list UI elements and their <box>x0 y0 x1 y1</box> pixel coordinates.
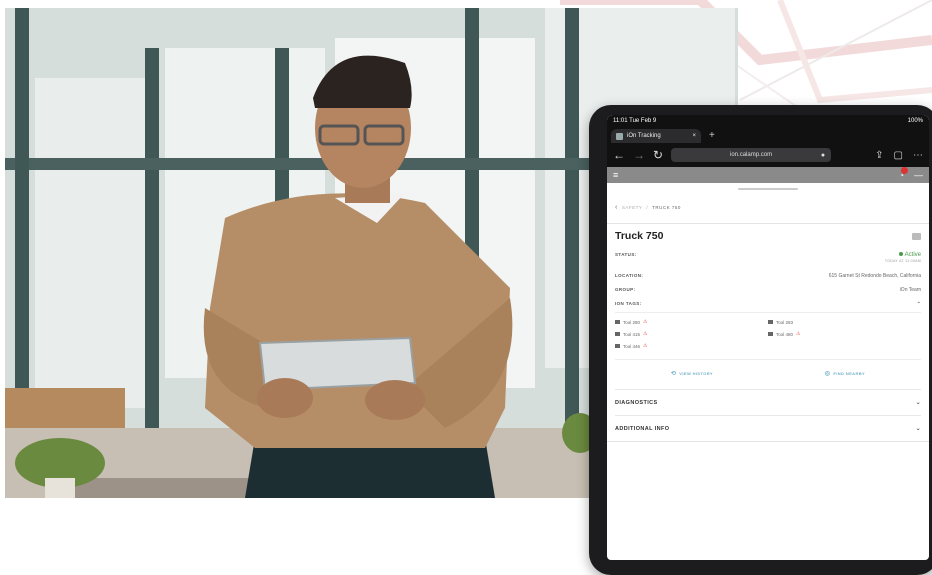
url-text: ion.calamp.com <box>730 152 773 158</box>
forward-arrow-icon[interactable]: → <box>633 148 645 162</box>
tablet-screen: 11:01 Tue Feb 9 100% iOn Tracking × + ← … <box>607 115 929 560</box>
ion-tags-list: Tool 280 ⚠ Tool 283 Tool 415 ⚠ Tool 480 ⚠ T… <box>615 319 921 359</box>
tag-name: Tool 415 <box>623 331 641 337</box>
tag-name: Tool 280 <box>623 319 641 325</box>
browser-toolbar: ← → ↻ ion.calamp.com ● ⇪ ▢ ⋯ <box>607 143 929 167</box>
asset-detail-panel: ‹ SAFETY / TRUCK 750 Truck 750 STATUS: A… <box>607 204 929 442</box>
tab-close-icon[interactable]: × <box>692 133 696 139</box>
tag-item[interactable]: Tool 480 ⚠ <box>768 331 921 337</box>
breadcrumb-parent[interactable]: SAFETY <box>622 205 643 210</box>
diagnostics-label: DIAGNOSTICS <box>615 399 658 406</box>
group-row: GROUP: iOn Team <box>615 287 921 293</box>
browser-tab[interactable]: iOn Tracking × <box>611 129 701 143</box>
chevron-down-icon[interactable]: ⌄ <box>916 399 921 406</box>
breadcrumb-separator: / <box>646 205 649 210</box>
find-nearby-button[interactable]: ◎ FIND NEARBY <box>825 370 865 377</box>
status-time: 11:01 Tue Feb 9 <box>613 118 657 124</box>
additional-info-label: ADDITIONAL INFO <box>615 425 670 432</box>
warning-icon: ⚠ <box>643 319 648 325</box>
location-row: LOCATION: 615 Garnet St Redondo Beach, C… <box>615 273 921 279</box>
status-label: STATUS: <box>615 252 637 257</box>
message-icon[interactable] <box>912 232 921 240</box>
view-history-label: VIEW HISTORY <box>679 371 713 376</box>
new-tab-icon[interactable]: + <box>709 129 715 143</box>
hamburger-menu-icon[interactable]: ≡ <box>613 170 618 180</box>
warning-icon: ⚠ <box>643 331 648 337</box>
battery-indicator: 100% <box>907 118 923 124</box>
more-icon[interactable]: ⋯ <box>913 150 923 161</box>
diagnostics-section[interactable]: DIAGNOSTICS ⌄ <box>615 389 921 415</box>
tag-name: Tool 480 <box>776 331 794 337</box>
target-icon: ◎ <box>824 371 831 377</box>
notification-bell-icon[interactable]: ◔ <box>899 166 908 180</box>
chevron-down-icon[interactable]: ⌄ <box>916 425 921 432</box>
status-row: STATUS: Active TODAY AT 11:00AM <box>615 252 921 263</box>
breadcrumb: ‹ SAFETY / TRUCK 750 <box>615 204 921 211</box>
tool-icon <box>615 320 620 324</box>
app-header: ≡ ◔ — <box>607 166 929 183</box>
tool-icon <box>768 320 773 324</box>
group-label: GROUP: <box>615 287 636 292</box>
reload-icon[interactable]: ↻ <box>653 148 663 162</box>
address-bar[interactable]: ion.calamp.com ● <box>671 148 832 162</box>
find-nearby-label: FIND NEARBY <box>833 371 866 376</box>
tag-item[interactable]: Tool 446 ⚠ <box>615 343 768 349</box>
tool-icon <box>768 332 773 336</box>
microphone-icon[interactable]: ● <box>821 152 825 159</box>
tag-item[interactable]: Tool 280 ⚠ <box>615 319 768 325</box>
active-dot-icon <box>898 252 903 256</box>
tablet-device: 11:01 Tue Feb 9 100% iOn Tracking × + ← … <box>589 105 932 575</box>
chevron-up-icon[interactable]: ⌃ <box>917 301 921 307</box>
breadcrumb-current: TRUCK 750 <box>652 205 681 210</box>
browser-tab-title: iOn Tracking <box>627 133 661 139</box>
warning-icon: ⚠ <box>796 331 801 337</box>
share-icon[interactable]: ⇪ <box>875 150 883 161</box>
status-value: Active <box>904 252 921 258</box>
location-value: 615 Garnet St Redondo Beach, California <box>828 273 921 279</box>
tag-name: Tool 446 <box>623 343 641 349</box>
status-timestamp: TODAY AT 11:00AM <box>884 259 921 263</box>
tool-icon <box>615 332 620 336</box>
overflow-menu-icon[interactable]: — <box>914 170 923 180</box>
notification-badge <box>901 166 908 174</box>
tag-item[interactable]: Tool 415 ⚠ <box>615 331 768 337</box>
tag-item[interactable]: Tool 283 <box>768 319 921 325</box>
back-chevron-icon[interactable]: ‹ <box>615 204 618 211</box>
tabs-icon[interactable]: ▢ <box>894 150 903 161</box>
ion-tags-label: ION TAGS: <box>615 301 642 306</box>
location-label: LOCATION: <box>615 273 644 278</box>
history-icon: ⟲ <box>670 371 677 377</box>
back-arrow-icon[interactable]: ← <box>613 148 625 162</box>
group-value: iOn Team <box>899 287 921 293</box>
tag-name: Tool 283 <box>776 319 794 325</box>
additional-info-section[interactable]: ADDITIONAL INFO ⌄ <box>615 415 921 441</box>
sheet-handle[interactable] <box>738 188 798 190</box>
asset-title: Truck 750 <box>615 230 664 242</box>
asset-actions: ⟲ VIEW HISTORY ◎ FIND NEARBY <box>615 359 921 389</box>
ios-status-bar: 11:01 Tue Feb 9 100% <box>607 115 929 127</box>
favicon-icon <box>616 132 623 140</box>
view-history-button[interactable]: ⟲ VIEW HISTORY <box>671 370 713 377</box>
tool-icon <box>615 344 620 348</box>
warning-icon: ⚠ <box>643 343 648 349</box>
browser-tab-bar: iOn Tracking × + <box>607 127 929 143</box>
divider <box>607 441 929 442</box>
ion-tags-header[interactable]: ION TAGS: ⌃ <box>615 301 921 313</box>
